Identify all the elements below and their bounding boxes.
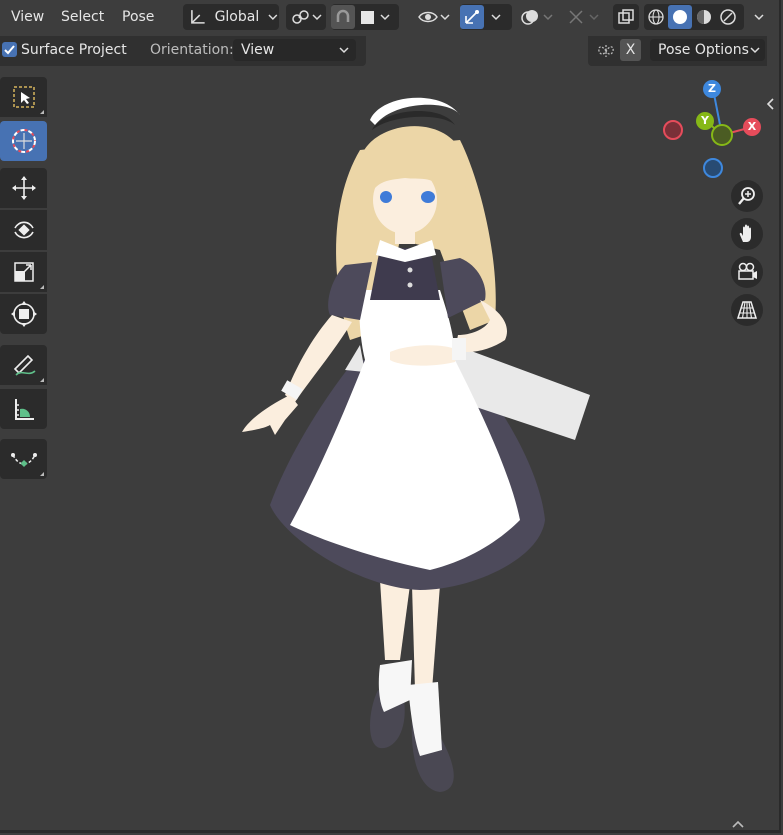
viewport-frame (0, 0, 781, 833)
